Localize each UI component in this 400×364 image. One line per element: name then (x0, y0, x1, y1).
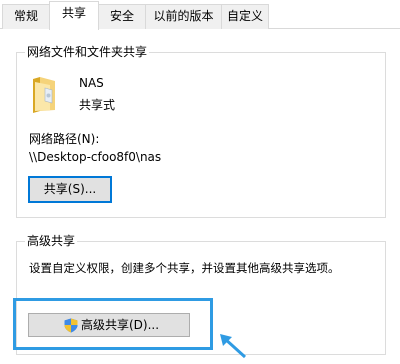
tab-general[interactable]: 常规 (2, 4, 50, 29)
sharing-status: 共享式 (79, 98, 116, 112)
tab-previous-versions[interactable]: 以前的版本 (145, 4, 222, 29)
share-button[interactable]: 共享(S)... (28, 176, 112, 203)
highlight-box (13, 298, 213, 350)
shared-folder-icon (33, 77, 55, 113)
tab-sharing[interactable]: 共享 (49, 1, 99, 30)
tab-security[interactable]: 安全 (98, 4, 146, 29)
tab-bar: 常规 共享 安全 以前的版本 自定义 (0, 0, 400, 30)
network-path-label: 网络路径(N): (29, 132, 100, 146)
advanced-sharing-title: 高级共享 (25, 233, 78, 249)
arrow-icon (220, 334, 247, 359)
folder-name: NAS (79, 76, 104, 90)
tab-customize[interactable]: 自定义 (221, 4, 269, 29)
advanced-sharing-description: 设置自定义权限，创建多个共享，并设置其他高级共享选项。 (29, 261, 340, 275)
network-sharing-title: 网络文件和文件夹共享 (25, 44, 150, 60)
network-path-value: \\Desktop-cfoo8f0\nas (29, 150, 162, 164)
